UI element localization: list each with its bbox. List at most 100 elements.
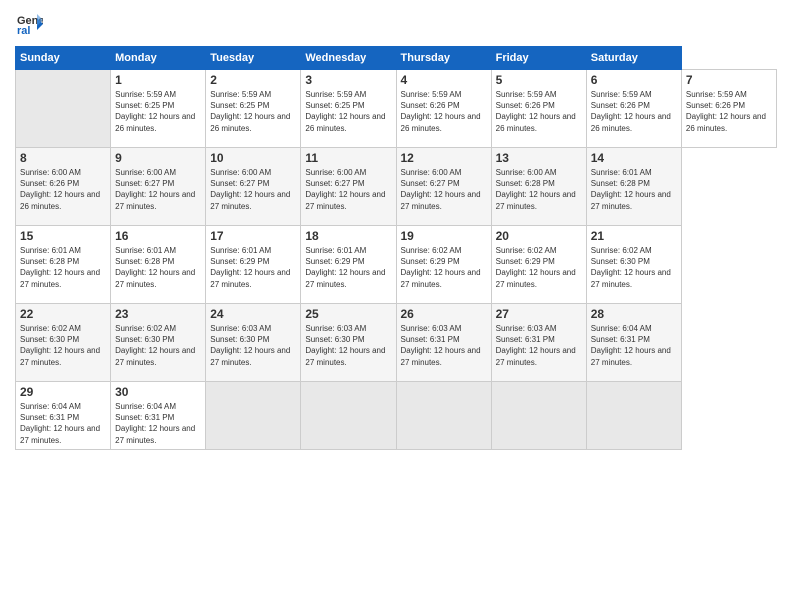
day-number: 11 bbox=[305, 151, 391, 165]
calendar-cell bbox=[396, 382, 491, 450]
day-info: Sunrise: 6:00 AMSunset: 6:27 PMDaylight:… bbox=[115, 167, 201, 212]
calendar-cell: 15 Sunrise: 6:01 AMSunset: 6:28 PMDaylig… bbox=[16, 226, 111, 304]
calendar-cell: 4 Sunrise: 5:59 AMSunset: 6:26 PMDayligh… bbox=[396, 70, 491, 148]
calendar-cell bbox=[301, 382, 396, 450]
col-monday: Monday bbox=[111, 47, 206, 70]
day-info: Sunrise: 6:03 AMSunset: 6:30 PMDaylight:… bbox=[210, 323, 296, 368]
day-number: 25 bbox=[305, 307, 391, 321]
day-number: 8 bbox=[20, 151, 106, 165]
calendar-cell: 23 Sunrise: 6:02 AMSunset: 6:30 PMDaylig… bbox=[111, 304, 206, 382]
day-info: Sunrise: 6:04 AMSunset: 6:31 PMDaylight:… bbox=[20, 401, 106, 446]
calendar-cell: 22 Sunrise: 6:02 AMSunset: 6:30 PMDaylig… bbox=[16, 304, 111, 382]
calendar-cell: 13 Sunrise: 6:00 AMSunset: 6:28 PMDaylig… bbox=[491, 148, 586, 226]
calendar-cell: 11 Sunrise: 6:00 AMSunset: 6:27 PMDaylig… bbox=[301, 148, 396, 226]
page: Gene ral Sunday Monday Tuesday Wednesday… bbox=[0, 0, 792, 612]
day-number: 28 bbox=[591, 307, 677, 321]
day-info: Sunrise: 5:59 AMSunset: 6:26 PMDaylight:… bbox=[496, 89, 582, 134]
header: Gene ral bbox=[15, 10, 777, 38]
col-thursday: Thursday bbox=[396, 47, 491, 70]
calendar-week-row: 22 Sunrise: 6:02 AMSunset: 6:30 PMDaylig… bbox=[16, 304, 777, 382]
logo-icon: Gene ral bbox=[15, 10, 43, 38]
calendar-cell: 2 Sunrise: 5:59 AMSunset: 6:25 PMDayligh… bbox=[206, 70, 301, 148]
day-info: Sunrise: 6:03 AMSunset: 6:30 PMDaylight:… bbox=[305, 323, 391, 368]
calendar-cell: 27 Sunrise: 6:03 AMSunset: 6:31 PMDaylig… bbox=[491, 304, 586, 382]
day-number: 2 bbox=[210, 73, 296, 87]
calendar-cell: 24 Sunrise: 6:03 AMSunset: 6:30 PMDaylig… bbox=[206, 304, 301, 382]
day-info: Sunrise: 6:02 AMSunset: 6:29 PMDaylight:… bbox=[401, 245, 487, 290]
day-number: 13 bbox=[496, 151, 582, 165]
day-number: 22 bbox=[20, 307, 106, 321]
calendar-week-row: 15 Sunrise: 6:01 AMSunset: 6:28 PMDaylig… bbox=[16, 226, 777, 304]
calendar-cell: 18 Sunrise: 6:01 AMSunset: 6:29 PMDaylig… bbox=[301, 226, 396, 304]
svg-text:ral: ral bbox=[17, 25, 30, 37]
calendar-cell: 10 Sunrise: 6:00 AMSunset: 6:27 PMDaylig… bbox=[206, 148, 301, 226]
calendar-week-row: 29 Sunrise: 6:04 AMSunset: 6:31 PMDaylig… bbox=[16, 382, 777, 450]
calendar-cell: 17 Sunrise: 6:01 AMSunset: 6:29 PMDaylig… bbox=[206, 226, 301, 304]
day-info: Sunrise: 6:00 AMSunset: 6:26 PMDaylight:… bbox=[20, 167, 106, 212]
calendar-cell: 9 Sunrise: 6:00 AMSunset: 6:27 PMDayligh… bbox=[111, 148, 206, 226]
calendar-cell: 3 Sunrise: 5:59 AMSunset: 6:25 PMDayligh… bbox=[301, 70, 396, 148]
day-info: Sunrise: 6:02 AMSunset: 6:30 PMDaylight:… bbox=[591, 245, 677, 290]
day-info: Sunrise: 6:02 AMSunset: 6:30 PMDaylight:… bbox=[115, 323, 201, 368]
day-info: Sunrise: 6:01 AMSunset: 6:29 PMDaylight:… bbox=[305, 245, 391, 290]
col-tuesday: Tuesday bbox=[206, 47, 301, 70]
calendar-cell: 25 Sunrise: 6:03 AMSunset: 6:30 PMDaylig… bbox=[301, 304, 396, 382]
day-number: 15 bbox=[20, 229, 106, 243]
day-info: Sunrise: 5:59 AMSunset: 6:26 PMDaylight:… bbox=[686, 89, 772, 134]
day-number: 20 bbox=[496, 229, 582, 243]
day-info: Sunrise: 6:01 AMSunset: 6:28 PMDaylight:… bbox=[591, 167, 677, 212]
calendar-cell: 29 Sunrise: 6:04 AMSunset: 6:31 PMDaylig… bbox=[16, 382, 111, 450]
day-number: 16 bbox=[115, 229, 201, 243]
day-info: Sunrise: 6:01 AMSunset: 6:28 PMDaylight:… bbox=[115, 245, 201, 290]
day-number: 29 bbox=[20, 385, 106, 399]
day-info: Sunrise: 6:02 AMSunset: 6:30 PMDaylight:… bbox=[20, 323, 106, 368]
day-number: 18 bbox=[305, 229, 391, 243]
calendar-cell: 6 Sunrise: 5:59 AMSunset: 6:26 PMDayligh… bbox=[586, 70, 681, 148]
day-info: Sunrise: 5:59 AMSunset: 6:25 PMDaylight:… bbox=[115, 89, 201, 134]
day-info: Sunrise: 5:59 AMSunset: 6:26 PMDaylight:… bbox=[401, 89, 487, 134]
day-number: 12 bbox=[401, 151, 487, 165]
col-friday: Friday bbox=[491, 47, 586, 70]
day-info: Sunrise: 6:03 AMSunset: 6:31 PMDaylight:… bbox=[496, 323, 582, 368]
calendar-week-row: 1 Sunrise: 5:59 AMSunset: 6:25 PMDayligh… bbox=[16, 70, 777, 148]
calendar-cell bbox=[586, 382, 681, 450]
day-number: 24 bbox=[210, 307, 296, 321]
day-info: Sunrise: 6:00 AMSunset: 6:27 PMDaylight:… bbox=[401, 167, 487, 212]
day-info: Sunrise: 6:00 AMSunset: 6:27 PMDaylight:… bbox=[210, 167, 296, 212]
day-info: Sunrise: 6:04 AMSunset: 6:31 PMDaylight:… bbox=[115, 401, 201, 446]
calendar-cell: 30 Sunrise: 6:04 AMSunset: 6:31 PMDaylig… bbox=[111, 382, 206, 450]
calendar-cell: 19 Sunrise: 6:02 AMSunset: 6:29 PMDaylig… bbox=[396, 226, 491, 304]
day-number: 6 bbox=[591, 73, 677, 87]
day-number: 1 bbox=[115, 73, 201, 87]
col-saturday: Saturday bbox=[586, 47, 681, 70]
col-wednesday: Wednesday bbox=[301, 47, 396, 70]
calendar-header-row: Sunday Monday Tuesday Wednesday Thursday… bbox=[16, 47, 777, 70]
day-number: 26 bbox=[401, 307, 487, 321]
calendar-cell: 12 Sunrise: 6:00 AMSunset: 6:27 PMDaylig… bbox=[396, 148, 491, 226]
calendar-week-row: 8 Sunrise: 6:00 AMSunset: 6:26 PMDayligh… bbox=[16, 148, 777, 226]
day-number: 27 bbox=[496, 307, 582, 321]
calendar-cell bbox=[16, 70, 111, 148]
calendar-cell: 16 Sunrise: 6:01 AMSunset: 6:28 PMDaylig… bbox=[111, 226, 206, 304]
day-number: 14 bbox=[591, 151, 677, 165]
day-info: Sunrise: 5:59 AMSunset: 6:25 PMDaylight:… bbox=[305, 89, 391, 134]
day-number: 5 bbox=[496, 73, 582, 87]
day-number: 17 bbox=[210, 229, 296, 243]
day-number: 3 bbox=[305, 73, 391, 87]
calendar-cell bbox=[491, 382, 586, 450]
calendar-cell: 5 Sunrise: 5:59 AMSunset: 6:26 PMDayligh… bbox=[491, 70, 586, 148]
calendar-cell: 28 Sunrise: 6:04 AMSunset: 6:31 PMDaylig… bbox=[586, 304, 681, 382]
day-number: 10 bbox=[210, 151, 296, 165]
calendar-cell: 26 Sunrise: 6:03 AMSunset: 6:31 PMDaylig… bbox=[396, 304, 491, 382]
day-info: Sunrise: 6:03 AMSunset: 6:31 PMDaylight:… bbox=[401, 323, 487, 368]
day-number: 30 bbox=[115, 385, 201, 399]
day-info: Sunrise: 6:01 AMSunset: 6:28 PMDaylight:… bbox=[20, 245, 106, 290]
day-info: Sunrise: 5:59 AMSunset: 6:26 PMDaylight:… bbox=[591, 89, 677, 134]
day-number: 4 bbox=[401, 73, 487, 87]
col-sunday: Sunday bbox=[16, 47, 111, 70]
calendar-cell: 7 Sunrise: 5:59 AMSunset: 6:26 PMDayligh… bbox=[681, 70, 776, 148]
day-number: 23 bbox=[115, 307, 201, 321]
calendar-table: Sunday Monday Tuesday Wednesday Thursday… bbox=[15, 46, 777, 450]
day-number: 21 bbox=[591, 229, 677, 243]
day-info: Sunrise: 6:02 AMSunset: 6:29 PMDaylight:… bbox=[496, 245, 582, 290]
